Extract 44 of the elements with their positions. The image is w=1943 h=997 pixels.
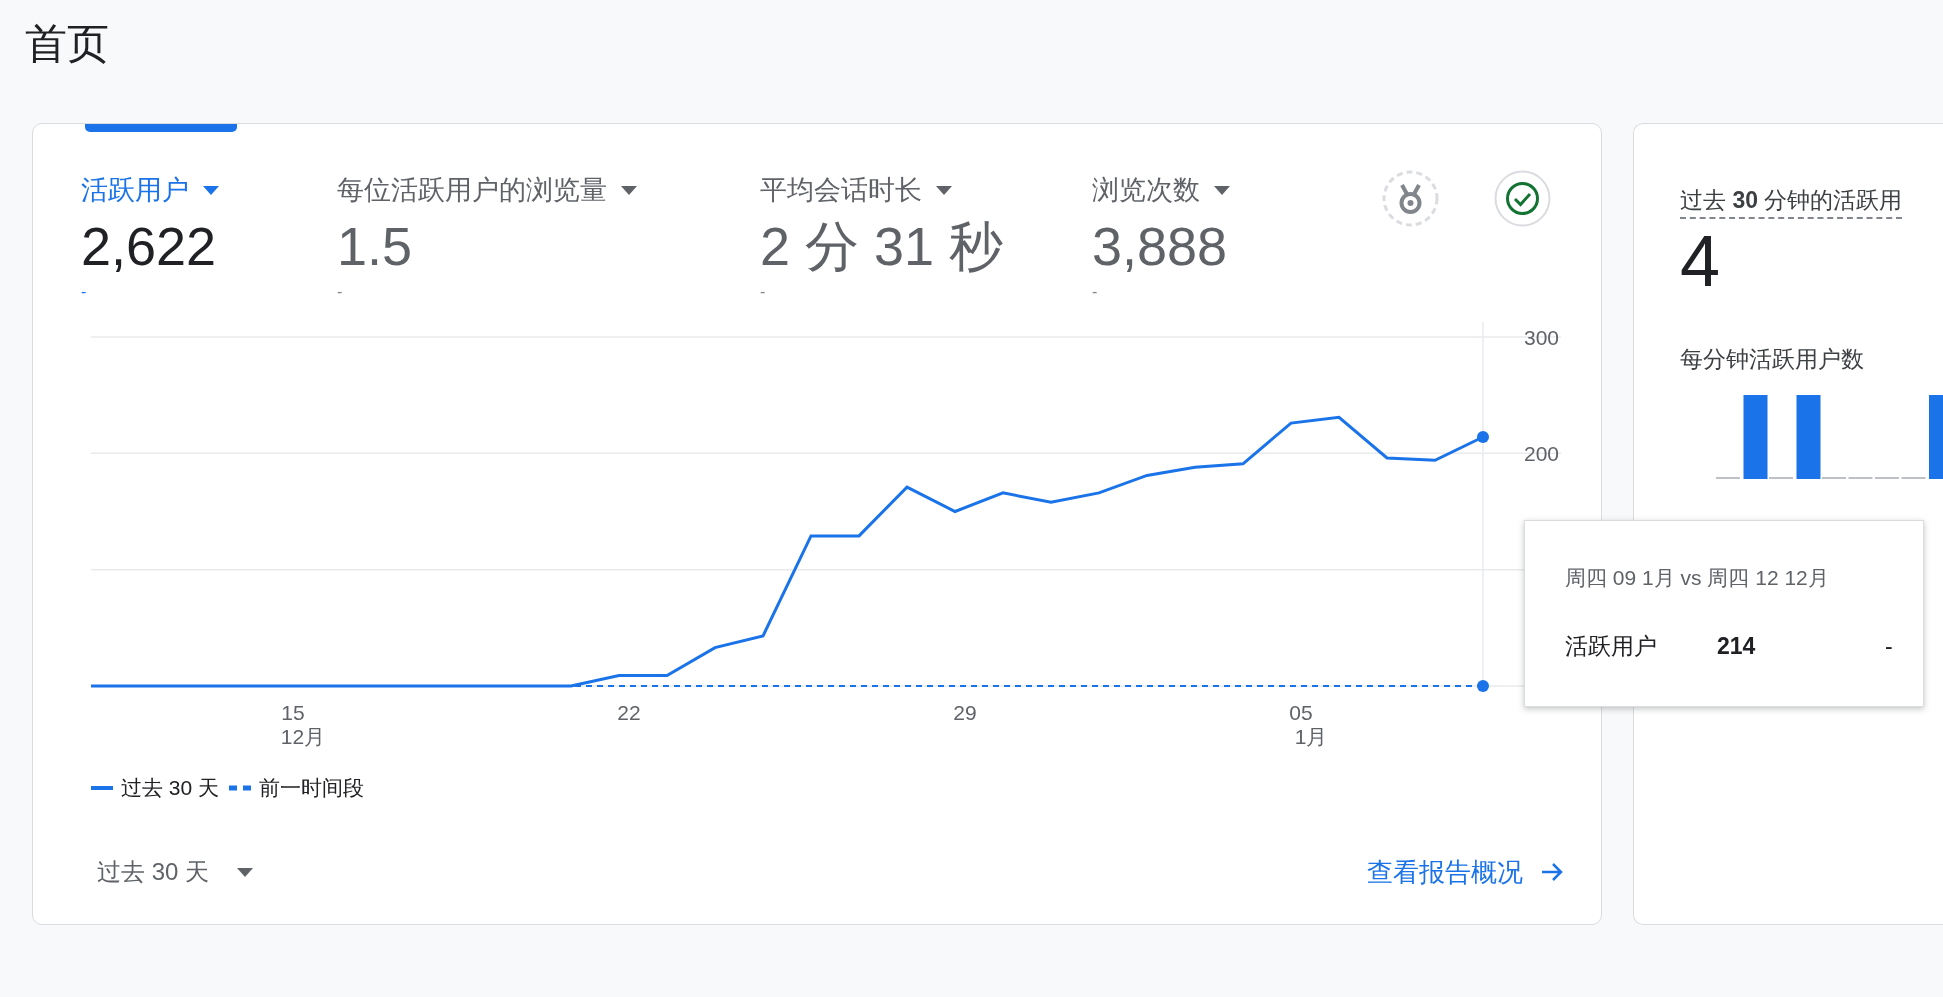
axis-label: 15 [281,701,305,724]
caret-icon [936,185,952,195]
chart-title: 每分钟活跃用户数 [1680,345,1864,374]
legend-key [229,785,252,791]
caret-icon [621,185,637,195]
change-value: - [760,282,766,302]
tooltip-metric: 活跃用户 [1565,632,1658,661]
metric-value: 2,622 [81,215,217,278]
medal-icon[interactable] [1382,170,1439,227]
data-point [1477,680,1489,692]
metric-tab[interactable]: 平均会话时长 [760,174,952,206]
metric-value: 1.5 [337,215,413,278]
axis-label: 300 [1523,326,1559,349]
legend-label: 过去 30 天 [121,775,220,801]
page-title: 首页 [25,19,110,69]
check-circle-icon[interactable] [1494,170,1551,227]
legend-key [91,785,113,791]
date-range-dropdown[interactable]: 过去 30 天 [97,856,254,888]
metric-tab[interactable]: 每位活跃用户的浏览量 [337,174,637,206]
realtime-value: 4 [1680,221,1722,301]
metric-tab[interactable]: 浏览次数 [1092,174,1230,206]
tooltip-value: 214 [1717,632,1757,661]
realtime-title: 过去 30 分钟的活跃用 [1680,185,1903,219]
tooltip-comparison: - [1885,632,1893,661]
caret-icon [203,185,219,195]
change-value: - [81,282,87,302]
data-point [1477,431,1489,444]
axis-label: 29 [953,701,977,724]
arrow-right-icon [1541,861,1563,883]
legend-label: 前一时间段 [259,775,365,801]
report-link[interactable]: 查看报告概况 [1367,854,1563,890]
metric-value: 2 分 31 秒 [760,215,1004,278]
axis-label: 12月 [280,725,326,748]
caret-icon [237,867,254,877]
axis-label: 22 [617,701,641,724]
axis-label: 1月 [1294,725,1328,748]
change-value: - [337,282,343,302]
metric-value: 3,888 [1092,215,1228,278]
caret-icon [1214,185,1230,195]
metric-tab[interactable]: 活跃用户 [81,174,219,206]
change-value: - [1092,282,1098,302]
tooltip-title: 周四 09 1月 vs 周四 12 12月 [1565,565,1830,591]
axis-label: 200 [1523,442,1559,466]
axis-label: 05 [1289,701,1313,724]
